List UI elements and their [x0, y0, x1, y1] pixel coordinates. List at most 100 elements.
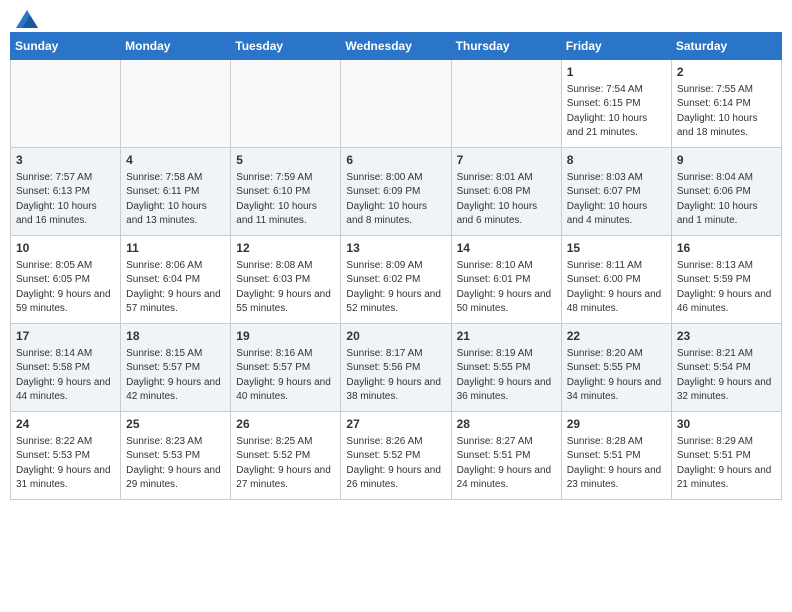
calendar-cell: 1 Sunrise: 7:54 AM Sunset: 6:15 PM Daylig…	[561, 60, 671, 148]
calendar-cell: 10 Sunrise: 8:05 AM Sunset: 6:05 PM Dayli…	[11, 236, 121, 324]
day-number: 2	[677, 64, 776, 81]
calendar-cell: 22 Sunrise: 8:20 AM Sunset: 5:55 PM Dayli…	[561, 324, 671, 412]
calendar-cell: 3 Sunrise: 7:57 AM Sunset: 6:13 PM Daylig…	[11, 148, 121, 236]
logo-icon	[16, 10, 38, 28]
calendar-day-header: Friday	[561, 33, 671, 60]
day-info: Sunrise: 8:14 AM Sunset: 5:58 PM Dayligh…	[16, 347, 115, 405]
calendar-day-header: Thursday	[451, 33, 561, 60]
day-number: 18	[126, 328, 225, 345]
calendar-cell: 12 Sunrise: 8:08 AM Sunset: 6:03 PM Dayli…	[231, 236, 341, 324]
calendar-cell: 6 Sunrise: 8:00 AM Sunset: 6:09 PM Daylig…	[341, 148, 451, 236]
calendar-day-header: Tuesday	[231, 33, 341, 60]
day-number: 27	[346, 416, 445, 433]
day-number: 22	[567, 328, 666, 345]
calendar-cell	[231, 60, 341, 148]
calendar-cell	[11, 60, 121, 148]
day-info: Sunrise: 8:20 AM Sunset: 5:55 PM Dayligh…	[567, 347, 666, 405]
calendar-cell	[341, 60, 451, 148]
day-number: 1	[567, 64, 666, 81]
calendar-cell: 18 Sunrise: 8:15 AM Sunset: 5:57 PM Dayli…	[121, 324, 231, 412]
calendar-cell: 24 Sunrise: 8:22 AM Sunset: 5:53 PM Dayli…	[11, 412, 121, 500]
calendar-cell: 30 Sunrise: 8:29 AM Sunset: 5:51 PM Dayli…	[671, 412, 781, 500]
calendar-cell: 11 Sunrise: 8:06 AM Sunset: 6:04 PM Dayli…	[121, 236, 231, 324]
day-info: Sunrise: 8:17 AM Sunset: 5:56 PM Dayligh…	[346, 347, 445, 405]
calendar-cell: 28 Sunrise: 8:27 AM Sunset: 5:51 PM Dayli…	[451, 412, 561, 500]
day-number: 20	[346, 328, 445, 345]
day-number: 19	[236, 328, 335, 345]
calendar-cell: 16 Sunrise: 8:13 AM Sunset: 5:59 PM Dayli…	[671, 236, 781, 324]
day-number: 3	[16, 152, 115, 169]
day-info: Sunrise: 8:09 AM Sunset: 6:02 PM Dayligh…	[346, 259, 445, 317]
logo	[14, 10, 38, 24]
day-number: 26	[236, 416, 335, 433]
calendar-cell: 20 Sunrise: 8:17 AM Sunset: 5:56 PM Dayli…	[341, 324, 451, 412]
day-info: Sunrise: 7:58 AM Sunset: 6:11 PM Dayligh…	[126, 171, 225, 229]
day-number: 6	[346, 152, 445, 169]
day-info: Sunrise: 8:19 AM Sunset: 5:55 PM Dayligh…	[457, 347, 556, 405]
day-info: Sunrise: 8:06 AM Sunset: 6:04 PM Dayligh…	[126, 259, 225, 317]
calendar-day-header: Saturday	[671, 33, 781, 60]
calendar-cell: 2 Sunrise: 7:55 AM Sunset: 6:14 PM Daylig…	[671, 60, 781, 148]
calendar-cell	[121, 60, 231, 148]
day-number: 7	[457, 152, 556, 169]
day-info: Sunrise: 8:08 AM Sunset: 6:03 PM Dayligh…	[236, 259, 335, 317]
day-number: 9	[677, 152, 776, 169]
calendar-day-header: Sunday	[11, 33, 121, 60]
calendar-cell: 14Sunrise: 8:10 AM Sunset: 6:01 PM Dayli…	[451, 236, 561, 324]
calendar-cell: 27Sunrise: 8:26 AM Sunset: 5:52 PM Dayli…	[341, 412, 451, 500]
day-info: Sunrise: 8:10 AM Sunset: 6:01 PM Dayligh…	[457, 259, 556, 317]
calendar-cell: 8 Sunrise: 8:03 AM Sunset: 6:07 PM Daylig…	[561, 148, 671, 236]
day-info: Sunrise: 8:27 AM Sunset: 5:51 PM Dayligh…	[457, 435, 556, 493]
calendar-cell	[451, 60, 561, 148]
calendar-cell: 21 Sunrise: 8:19 AM Sunset: 5:55 PM Dayli…	[451, 324, 561, 412]
day-info: Sunrise: 8:28 AM Sunset: 5:51 PM Dayligh…	[567, 435, 666, 493]
day-number: 13	[346, 240, 445, 257]
page-header	[10, 10, 782, 24]
day-number: 23	[677, 328, 776, 345]
calendar-cell: 5Sunrise: 7:59 AM Sunset: 6:10 PM Daylig…	[231, 148, 341, 236]
day-info: Sunrise: 7:57 AM Sunset: 6:13 PM Dayligh…	[16, 171, 115, 229]
day-number: 11	[126, 240, 225, 257]
day-info: Sunrise: 8:29 AM Sunset: 5:51 PM Dayligh…	[677, 435, 776, 493]
day-info: Sunrise: 8:15 AM Sunset: 5:57 PM Dayligh…	[126, 347, 225, 405]
day-info: Sunrise: 8:21 AM Sunset: 5:54 PM Dayligh…	[677, 347, 776, 405]
calendar-cell: 19 Sunrise: 8:16 AM Sunset: 5:57 PM Dayli…	[231, 324, 341, 412]
day-info: Sunrise: 8:22 AM Sunset: 5:53 PM Dayligh…	[16, 435, 115, 493]
calendar-cell: 15 Sunrise: 8:11 AM Sunset: 6:00 PM Dayli…	[561, 236, 671, 324]
calendar-cell: 13 Sunrise: 8:09 AM Sunset: 6:02 PM Dayli…	[341, 236, 451, 324]
day-number: 8	[567, 152, 666, 169]
day-number: 15	[567, 240, 666, 257]
day-info: Sunrise: 7:54 AM Sunset: 6:15 PM Dayligh…	[567, 83, 666, 141]
day-number: 21	[457, 328, 556, 345]
day-info: Sunrise: 8:05 AM Sunset: 6:05 PM Dayligh…	[16, 259, 115, 317]
day-info: Sunrise: 8:04 AM Sunset: 6:06 PM Dayligh…	[677, 171, 776, 229]
calendar-cell: 7Sunrise: 8:01 AM Sunset: 6:08 PM Daylig…	[451, 148, 561, 236]
calendar-cell: 26 Sunrise: 8:25 AM Sunset: 5:52 PM Dayli…	[231, 412, 341, 500]
day-info: Sunrise: 7:55 AM Sunset: 6:14 PM Dayligh…	[677, 83, 776, 141]
day-info: Sunrise: 8:00 AM Sunset: 6:09 PM Dayligh…	[346, 171, 445, 229]
day-number: 30	[677, 416, 776, 433]
day-info: Sunrise: 8:13 AM Sunset: 5:59 PM Dayligh…	[677, 259, 776, 317]
calendar-table: SundayMondayTuesdayWednesdayThursdayFrid…	[10, 32, 782, 500]
day-info: Sunrise: 8:03 AM Sunset: 6:07 PM Dayligh…	[567, 171, 666, 229]
calendar-header: SundayMondayTuesdayWednesdayThursdayFrid…	[11, 33, 782, 60]
calendar-cell: 9 Sunrise: 8:04 AM Sunset: 6:06 PM Daylig…	[671, 148, 781, 236]
calendar-cell: 29 Sunrise: 8:28 AM Sunset: 5:51 PM Dayli…	[561, 412, 671, 500]
day-number: 12	[236, 240, 335, 257]
day-number: 25	[126, 416, 225, 433]
day-number: 16	[677, 240, 776, 257]
calendar-cell: 4 Sunrise: 7:58 AM Sunset: 6:11 PM Daylig…	[121, 148, 231, 236]
calendar-day-header: Wednesday	[341, 33, 451, 60]
day-number: 29	[567, 416, 666, 433]
day-info: Sunrise: 8:16 AM Sunset: 5:57 PM Dayligh…	[236, 347, 335, 405]
calendar-cell: 17 Sunrise: 8:14 AM Sunset: 5:58 PM Dayli…	[11, 324, 121, 412]
day-info: Sunrise: 8:25 AM Sunset: 5:52 PM Dayligh…	[236, 435, 335, 493]
day-info: Sunrise: 8:11 AM Sunset: 6:00 PM Dayligh…	[567, 259, 666, 317]
day-number: 4	[126, 152, 225, 169]
day-number: 10	[16, 240, 115, 257]
calendar-day-header: Monday	[121, 33, 231, 60]
day-number: 28	[457, 416, 556, 433]
day-number: 17	[16, 328, 115, 345]
day-number: 24	[16, 416, 115, 433]
day-number: 5	[236, 152, 335, 169]
